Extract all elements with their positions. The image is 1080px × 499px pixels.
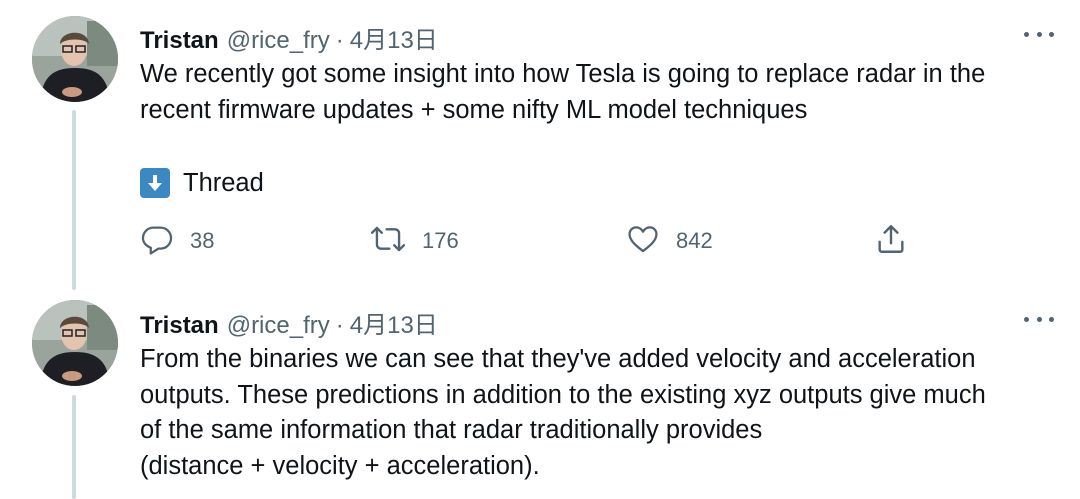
like-count: 842 <box>676 228 713 253</box>
tweet-text-line: of the same information that radar tradi… <box>140 416 763 444</box>
tweet[interactable]: Tristan @rice_fry · 4月13日 From the binar… <box>0 285 1080 499</box>
retweet-icon <box>370 222 406 261</box>
more-options-icon[interactable] <box>1024 24 1054 44</box>
heart-icon <box>626 222 660 261</box>
tweet-text: From the binaries we can see that they'v… <box>140 342 1060 484</box>
like-button[interactable]: 842 <box>626 221 713 261</box>
author-name[interactable]: Tristan <box>140 312 219 340</box>
tweet-header: Tristan @rice_fry · 4月13日 <box>140 305 438 339</box>
tweet-text-line: (distance + velocity + acceleration). <box>140 451 540 480</box>
author-handle[interactable]: @rice_fry <box>227 312 330 340</box>
share-button[interactable] <box>874 221 908 261</box>
reply-button[interactable]: 38 <box>140 221 214 261</box>
tweet-text-line: outputs. These predictions in addition t… <box>140 380 986 409</box>
header-separator: · <box>335 27 344 54</box>
tweet[interactable]: Tristan @rice_fry · 4月13日 We recently go… <box>0 0 1080 290</box>
reply-icon <box>140 222 174 261</box>
tweet-date[interactable]: 4月13日 <box>350 305 438 340</box>
down-arrow-emoji-icon <box>140 168 170 198</box>
author-handle[interactable]: @rice_fry <box>227 27 330 55</box>
share-icon <box>874 222 908 261</box>
tweet-text: We recently got some insight into how Te… <box>140 60 986 124</box>
tweet-header: Tristan @rice_fry · 4月13日 <box>140 20 438 54</box>
tweet-actions: 38 176 842 <box>140 221 920 261</box>
avatar[interactable] <box>32 300 118 386</box>
retweet-button[interactable]: 176 <box>370 221 459 261</box>
thread-label-text: Thread <box>183 168 264 197</box>
avatar[interactable] <box>32 16 118 102</box>
tweet-text-line: From the binaries we can see that they'v… <box>140 345 976 373</box>
thread-label[interactable]: Thread <box>140 168 264 198</box>
retweet-count: 176 <box>422 228 459 253</box>
author-name[interactable]: Tristan <box>140 27 219 55</box>
more-options-icon[interactable] <box>1024 309 1054 329</box>
header-separator: · <box>335 312 344 339</box>
reply-count: 38 <box>190 228 215 253</box>
tweet-date[interactable]: 4月13日 <box>350 20 438 55</box>
